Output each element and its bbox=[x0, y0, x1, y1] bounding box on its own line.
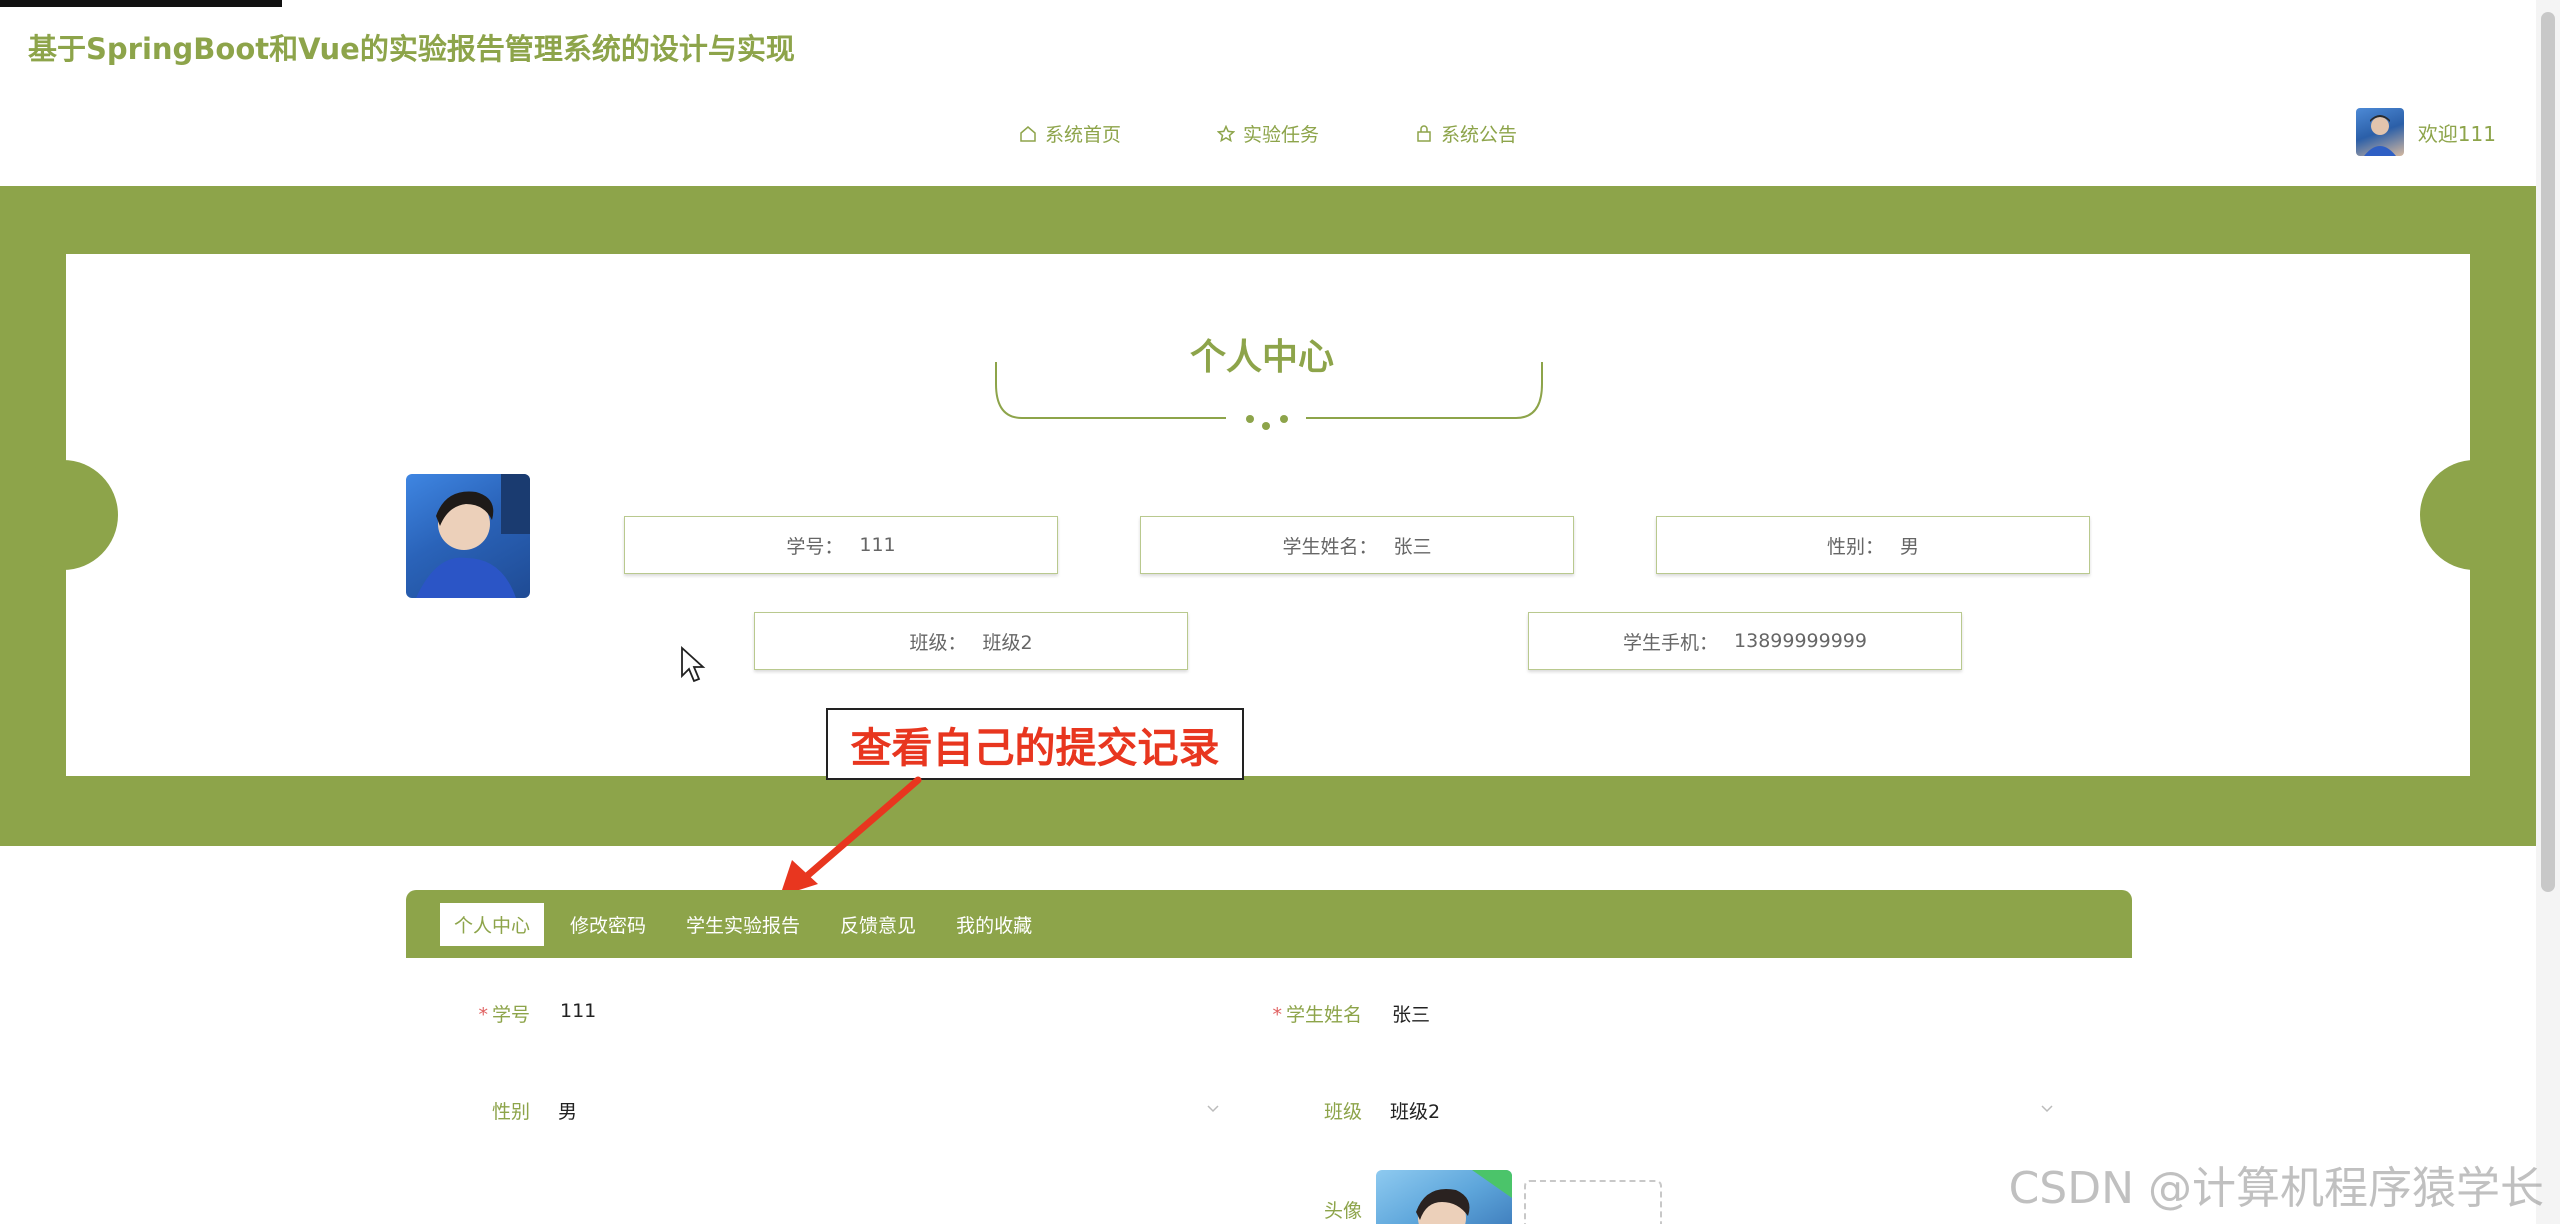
required-mark: * bbox=[478, 1004, 488, 1026]
mouse-cursor-icon bbox=[681, 646, 706, 683]
info-student-id: 学号： 111 bbox=[624, 516, 1058, 574]
bag-icon bbox=[1417, 124, 1431, 142]
info-value: 111 bbox=[859, 534, 896, 556]
chevron-down-icon[interactable] bbox=[2040, 1102, 2054, 1116]
info-class: 班级： 班级2 bbox=[754, 612, 1188, 670]
tab-favorites[interactable]: 我的收藏 bbox=[942, 903, 1046, 946]
chevron-down-icon[interactable] bbox=[1206, 1102, 1220, 1116]
tab-student-reports[interactable]: 学生实验报告 bbox=[672, 903, 814, 946]
label-avatar: 头像 bbox=[1323, 1200, 1362, 1222]
tab-change-password[interactable]: 修改密码 bbox=[556, 903, 660, 946]
card-notch-left bbox=[8, 460, 118, 570]
site-title: 基于SpringBoot和Vue的实验报告管理系统的设计与实现 bbox=[28, 32, 795, 66]
nav-label: 实验任务 bbox=[1242, 124, 1319, 146]
star-icon bbox=[1216, 124, 1235, 142]
label-student-id: * 学号 bbox=[410, 1000, 530, 1027]
student-name-input[interactable]: 张三 bbox=[1392, 1000, 1430, 1027]
nav-item-home[interactable]: 系统首页 bbox=[1019, 120, 1121, 147]
info-label: 学号： bbox=[786, 535, 844, 558]
label-class: 班级 bbox=[1323, 1101, 1362, 1123]
profile-avatar bbox=[406, 474, 530, 598]
info-label: 学生姓名： bbox=[1282, 535, 1378, 558]
home-icon bbox=[1020, 125, 1036, 142]
scrollbar-thumb[interactable] bbox=[2541, 12, 2555, 892]
center-tabs: 个人中心 修改密码 学生实验报告 反馈意见 我的收藏 bbox=[406, 890, 2132, 958]
tab-personal-center[interactable]: 个人中心 bbox=[440, 902, 545, 946]
annotation-arrow-icon bbox=[780, 776, 922, 896]
main-nav: 系统首页 实验任务 系统公告 bbox=[0, 120, 2536, 147]
info-label: 班级： bbox=[909, 631, 967, 654]
info-gender: 性别： 男 bbox=[1656, 516, 2090, 574]
gender-select[interactable]: 男 bbox=[558, 1097, 577, 1124]
label-text: 学号 bbox=[491, 1004, 530, 1026]
annotation-callout: 查看自己的提交记录 bbox=[826, 708, 1244, 780]
avatar-upload-button[interactable] bbox=[1524, 1180, 1662, 1224]
info-label: 学生手机： bbox=[1623, 631, 1719, 654]
info-student-name: 学生姓名： 张三 bbox=[1140, 516, 1574, 574]
info-value: 班级2 bbox=[982, 631, 1033, 654]
nav-item-tasks[interactable]: 实验任务 bbox=[1216, 120, 1319, 147]
tab-feedback[interactable]: 反馈意见 bbox=[826, 903, 930, 946]
card-notch-right bbox=[2420, 460, 2530, 570]
required-mark: * bbox=[1272, 1004, 1282, 1026]
avatar-preview[interactable] bbox=[1376, 1170, 1512, 1224]
nav-item-announcements[interactable]: 系统公告 bbox=[1415, 120, 1517, 147]
nav-label: 系统首页 bbox=[1044, 124, 1121, 146]
info-value: 13899999999 bbox=[1734, 630, 1867, 652]
top-edge-strip bbox=[0, 0, 282, 7]
info-value: 男 bbox=[1900, 535, 1920, 558]
avatar bbox=[2355, 108, 2404, 156]
label-gender: 性别 bbox=[491, 1101, 530, 1123]
title-decoration bbox=[995, 362, 1543, 430]
info-phone: 学生手机： 13899999999 bbox=[1528, 612, 1962, 670]
scrollbar[interactable] bbox=[2536, 0, 2560, 1224]
class-select[interactable]: 班级2 bbox=[1390, 1097, 1440, 1124]
label-text: 学生姓名 bbox=[1285, 1004, 1362, 1026]
label-student-name: * 学生姓名 bbox=[1244, 1000, 1362, 1027]
info-value: 张三 bbox=[1393, 535, 1432, 558]
watermark: CSDN @计算机程序猿学长 bbox=[2008, 1163, 2544, 1214]
nav-label: 系统公告 bbox=[1441, 124, 1518, 146]
welcome-text: 欢迎111 bbox=[2417, 121, 2496, 146]
user-menu[interactable]: 欢迎111 bbox=[2355, 108, 2496, 156]
student-id-input[interactable]: 111 bbox=[560, 1000, 596, 1022]
info-label: 性别： bbox=[1826, 535, 1884, 558]
